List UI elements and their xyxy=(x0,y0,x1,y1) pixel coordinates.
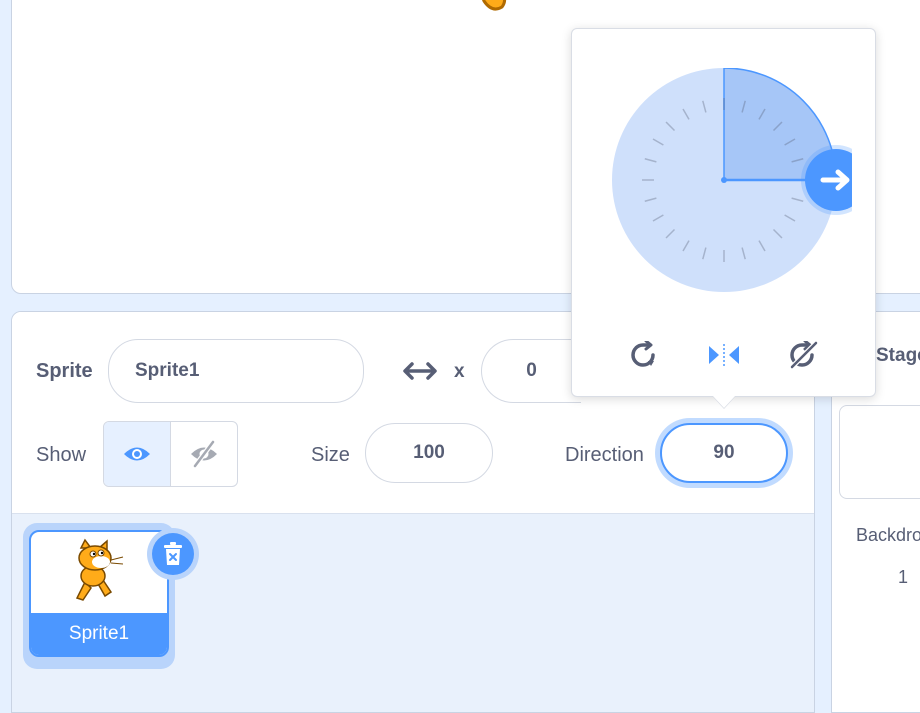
size-label: Size xyxy=(311,444,350,466)
sprite-name-input[interactable]: Sprite1 xyxy=(108,339,364,403)
size-input[interactable]: 100 xyxy=(365,423,493,483)
dont-rotate-icon xyxy=(789,341,819,369)
trash-icon xyxy=(164,542,182,565)
sprite-label: Sprite xyxy=(36,360,93,382)
x-position-input[interactable]: 0 xyxy=(481,339,581,403)
stage-thumbnail[interactable] xyxy=(839,405,920,499)
left-right-icon xyxy=(709,344,739,366)
stage-sprite-cat[interactable] xyxy=(412,0,522,21)
show-sprite-button[interactable] xyxy=(104,422,171,486)
direction-popover xyxy=(571,28,876,397)
sprite-list: Sprite1 xyxy=(12,514,814,712)
rotation-left-right-button[interactable] xyxy=(704,337,744,373)
delete-sprite-button[interactable] xyxy=(147,528,199,580)
stage-title: Stage xyxy=(876,345,920,366)
x-label: x xyxy=(454,361,465,382)
backdrops-label: Backdrops xyxy=(856,525,920,545)
direction-dial[interactable] xyxy=(612,68,852,308)
dial-center xyxy=(721,177,727,183)
all-around-icon xyxy=(631,341,655,367)
backdrops-count: 1 xyxy=(898,567,909,587)
show-label: Show xyxy=(36,444,87,466)
eye-icon xyxy=(124,447,150,461)
sprite-thumbnail-cat xyxy=(75,538,124,601)
sprite-tile[interactable]: Sprite1 xyxy=(23,523,199,669)
visibility-toggle xyxy=(103,421,238,487)
rotation-dont-rotate-button[interactable] xyxy=(784,337,824,373)
direction-label: Direction xyxy=(565,444,644,466)
x-position-icon xyxy=(403,362,437,380)
sprite-tile-label: Sprite1 xyxy=(31,613,167,655)
hide-sprite-button[interactable] xyxy=(171,422,237,486)
rotation-all-around-button[interactable] xyxy=(624,337,664,373)
eye-hidden-icon xyxy=(191,440,217,468)
popover-caret xyxy=(713,396,735,408)
direction-input[interactable]: 90 xyxy=(660,423,788,483)
